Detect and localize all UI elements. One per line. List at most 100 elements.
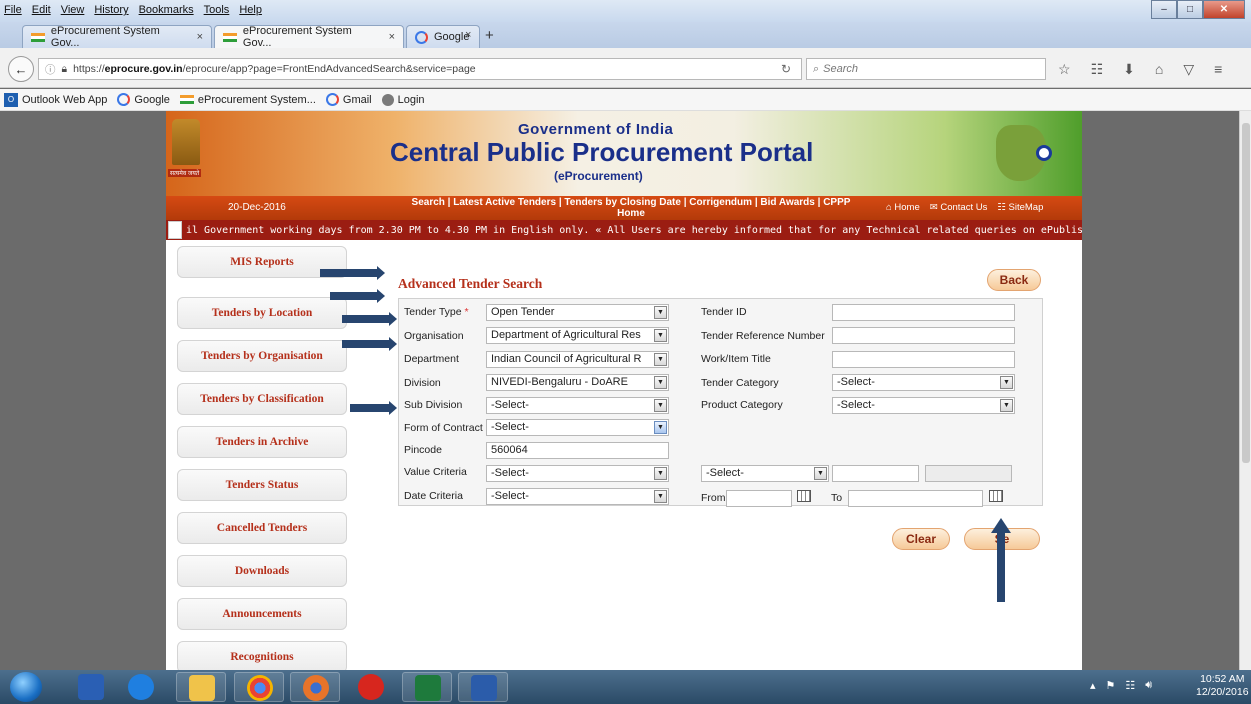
minimize-button[interactable]: – [1151,0,1177,19]
department-select[interactable]: Indian Council of Agricultural R ▼ [486,351,669,368]
word-icon [471,675,497,701]
chrome-app[interactable] [234,672,284,702]
home-link[interactable]: ⌂ Home [886,202,920,213]
pocket-icon[interactable]: ▽ [1183,61,1194,78]
sidebar-announcements[interactable]: Announcements [177,598,347,630]
tender-type-select[interactable]: Open Tender ▼ [486,304,669,321]
excel-app[interactable] [402,672,452,702]
media-center-icon[interactable] [78,674,104,700]
site-nav-links[interactable]: Search | Latest Active Tenders | Tenders… [371,197,891,219]
tab-eprocurement-2[interactable]: eProcurement System Gov... × [214,25,404,49]
pincode-input[interactable]: 560064 [486,442,669,459]
google-icon [325,93,339,106]
annotation-arrow [342,337,397,351]
sidebar-tenders-by-classification[interactable]: Tenders by Classification [177,383,347,415]
annotation-arrow [342,312,397,326]
division-label: Division [404,377,441,389]
tender-category-label: Tender Category [701,377,779,389]
tab-close-icon[interactable]: × [197,31,203,43]
to-date-input[interactable] [848,490,983,507]
date-criteria-label: Date Criteria [404,490,463,502]
reading-list-icon[interactable]: ☷ [1091,61,1104,78]
internet-explorer-icon[interactable] [128,674,154,700]
search-input[interactable]: ⌕ Search [806,58,1046,80]
system-clock[interactable]: 10:52 AM 12/20/2016 [1196,673,1249,699]
menu-file[interactable]: File [4,4,22,16]
network-icon[interactable]: ☷ [1125,679,1135,692]
value-operator-select[interactable]: -Select- ▼ [701,465,829,482]
firefox-app[interactable] [290,672,340,702]
back-button[interactable]: Back [987,269,1041,291]
sidebar-tenders-in-archive[interactable]: Tenders in Archive [177,426,347,458]
page-viewport: सत्यमेव जयते Government of India Central… [0,111,1239,670]
start-button[interactable] [10,672,42,702]
menu-bookmarks[interactable]: Bookmarks [139,4,194,16]
product-category-select[interactable]: -Select- ▼ [832,397,1015,414]
maximize-button[interactable]: □ [1177,0,1203,19]
new-tab-button[interactable]: + [485,27,494,44]
home-icon[interactable]: ⌂ [1155,61,1163,78]
work-title-input[interactable] [832,351,1015,368]
menu-tools[interactable]: Tools [204,4,230,16]
sitemap-link[interactable]: ☷ SiteMap [997,202,1043,213]
tab-eprocurement-1[interactable]: eProcurement System Gov... × [22,25,212,49]
value-max-input [925,465,1012,482]
tender-ref-input[interactable] [832,327,1015,344]
menu-help[interactable]: Help [239,4,262,16]
chevron-down-icon: ▼ [654,376,667,389]
clear-button[interactable]: Clear [892,528,950,550]
action-center-icon[interactable]: ⚑ [1106,679,1116,692]
value-min-input[interactable] [832,465,919,482]
bookmark-star-icon[interactable]: ☆ [1058,61,1071,78]
reload-icon[interactable]: ↻ [781,62,791,76]
address-bar[interactable]: ⓘ 🔒︎ https://eprocure.gov.in/eprocure/ap… [38,58,802,80]
tab-close-icon[interactable]: × [465,29,471,41]
value-criteria-select[interactable]: -Select- ▼ [486,465,669,482]
tray-expand-icon[interactable]: ▴ [1090,679,1096,692]
tender-id-input[interactable] [832,304,1015,321]
calendar-icon[interactable] [989,490,1003,502]
bookmark-google[interactable]: Google [117,93,170,106]
sidebar-tenders-status[interactable]: Tenders Status [177,469,347,501]
sidebar-tenders-by-location[interactable]: Tenders by Location [177,297,347,329]
date-criteria-select[interactable]: -Select- ▼ [486,488,669,505]
menu-view[interactable]: View [61,4,85,16]
contact-link[interactable]: ✉ Contact Us [930,202,988,213]
volume-icon[interactable]: 🔊︎ [1145,679,1152,692]
form-of-contract-select[interactable]: -Select- ▼ [486,419,669,436]
sub-division-select[interactable]: -Select- ▼ [486,397,669,414]
from-label: From [701,492,726,504]
menu-edit[interactable]: Edit [32,4,51,16]
page-scrollbar[interactable] [1239,111,1251,670]
tab-close-icon[interactable]: × [389,31,395,43]
menu-history[interactable]: History [94,4,128,16]
info-icon[interactable]: ⓘ [45,62,56,77]
clock-time: 10:52 AM [1200,673,1245,685]
organisation-select[interactable]: Department of Agricultural Res ▼ [486,327,669,344]
word-app[interactable] [458,672,508,702]
bookmark-login[interactable]: Login [381,93,425,106]
tender-category-select[interactable]: -Select- ▼ [832,374,1015,391]
bookmark-eprocurement[interactable]: eProcurement System... [179,94,316,106]
calendar-icon[interactable] [797,490,811,502]
file-explorer-app[interactable] [176,672,226,702]
chevron-down-icon: ▼ [814,467,827,480]
scrollbar-thumb[interactable] [1242,123,1250,463]
sidebar-downloads[interactable]: Downloads [177,555,347,587]
sidebar-cancelled-tenders[interactable]: Cancelled Tenders [177,512,347,544]
division-select[interactable]: NIVEDI-Bengaluru - DoARE ▼ [486,374,669,391]
news-ticker: il Government working days from 2.30 PM … [166,220,1082,240]
hamburger-menu-icon[interactable]: ≡ [1214,61,1222,78]
bookmarks-bar: O Outlook Web App Google eProcurement Sys… [0,89,1251,111]
back-arrow-icon[interactable]: ← [8,56,34,82]
close-window-button[interactable]: ✕ [1203,0,1245,19]
sidebar-recognitions[interactable]: Recognitions [177,641,347,670]
bookmark-outlook[interactable]: O Outlook Web App [4,92,107,107]
from-date-input[interactable] [726,490,792,507]
download-icon[interactable]: ⬇ [1123,61,1135,78]
bookmark-gmail[interactable]: Gmail [325,93,372,106]
sidebar-tenders-by-organisation[interactable]: Tenders by Organisation [177,340,347,372]
chevron-down-icon: ▼ [654,399,667,412]
airtel-icon[interactable] [358,674,384,700]
india-flag-icon [179,95,194,104]
